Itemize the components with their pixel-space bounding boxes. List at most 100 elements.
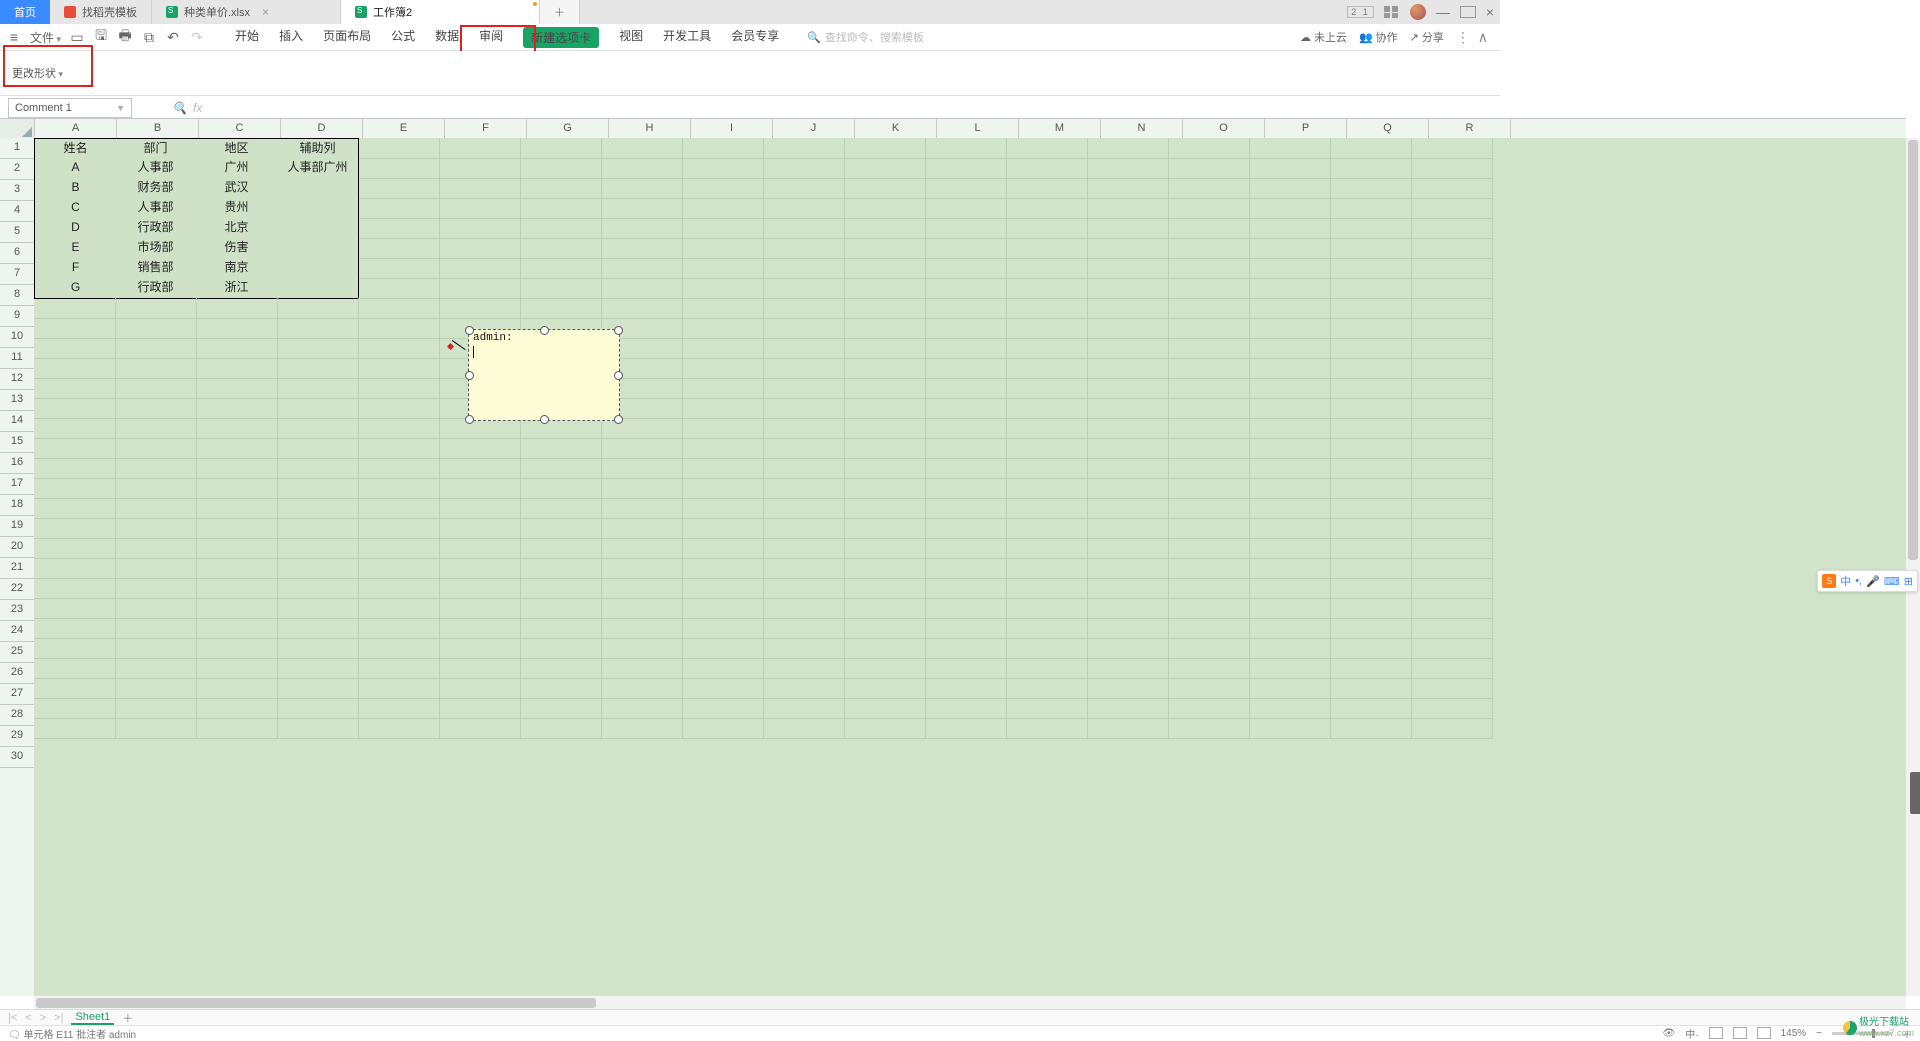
cell[interactable] xyxy=(1168,518,1250,539)
redo-icon[interactable]: ↷ xyxy=(189,29,205,46)
cell[interactable] xyxy=(34,498,116,519)
cell[interactable] xyxy=(1411,158,1493,179)
col-H[interactable]: H xyxy=(609,119,691,139)
cell[interactable] xyxy=(1249,318,1331,339)
cell[interactable] xyxy=(1411,298,1493,319)
cell[interactable] xyxy=(439,418,521,439)
comment-box[interactable]: admin: xyxy=(468,329,620,421)
cell[interactable] xyxy=(1411,178,1493,199)
cell[interactable] xyxy=(196,518,278,539)
cell[interactable] xyxy=(925,278,1007,299)
view-page-icon[interactable] xyxy=(1733,1027,1747,1039)
cell[interactable] xyxy=(1330,458,1412,479)
cell[interactable]: C xyxy=(34,198,117,219)
cell[interactable] xyxy=(1168,698,1250,719)
cell[interactable] xyxy=(682,458,764,479)
cell[interactable] xyxy=(196,578,278,599)
cell[interactable] xyxy=(1006,318,1088,339)
cell[interactable] xyxy=(1006,418,1088,439)
cell[interactable] xyxy=(1006,218,1088,239)
cell[interactable] xyxy=(115,638,197,659)
row-24[interactable]: 24 xyxy=(0,621,34,642)
cell[interactable] xyxy=(763,458,845,479)
menu-8[interactable]: 开发工具 xyxy=(663,27,711,48)
cell[interactable] xyxy=(520,258,602,279)
cell[interactable] xyxy=(1087,638,1169,659)
cell[interactable] xyxy=(925,398,1007,419)
tab-templates[interactable]: 找稻壳模板 xyxy=(50,0,152,24)
cell[interactable] xyxy=(277,618,359,639)
cell[interactable] xyxy=(1087,138,1169,159)
cell[interactable] xyxy=(763,538,845,559)
zoom-out-icon[interactable]: − xyxy=(1816,1028,1822,1039)
cell[interactable] xyxy=(1168,198,1250,219)
cell[interactable] xyxy=(115,558,197,579)
row-1[interactable]: 1 xyxy=(0,138,34,159)
cell[interactable] xyxy=(1249,718,1331,739)
cell[interactable] xyxy=(439,498,521,519)
cell[interactable] xyxy=(682,438,764,459)
cell[interactable] xyxy=(925,518,1007,539)
col-P[interactable]: P xyxy=(1265,119,1347,139)
cell[interactable] xyxy=(1168,658,1250,679)
row-26[interactable]: 26 xyxy=(0,663,34,684)
cell[interactable] xyxy=(1411,218,1493,239)
cell[interactable] xyxy=(925,698,1007,719)
cell[interactable] xyxy=(439,438,521,459)
cell[interactable] xyxy=(925,298,1007,319)
cell[interactable] xyxy=(1168,258,1250,279)
cell[interactable] xyxy=(115,378,197,399)
cell[interactable] xyxy=(1330,238,1412,259)
cell[interactable] xyxy=(1168,418,1250,439)
cell[interactable] xyxy=(196,678,278,699)
cell[interactable] xyxy=(1168,558,1250,579)
cell[interactable] xyxy=(763,598,845,619)
col-F[interactable]: F xyxy=(445,119,527,139)
cell[interactable] xyxy=(277,518,359,539)
cell[interactable] xyxy=(1087,358,1169,379)
cell[interactable] xyxy=(925,198,1007,219)
cell[interactable] xyxy=(844,138,926,159)
cell[interactable] xyxy=(763,638,845,659)
cell[interactable] xyxy=(115,538,197,559)
row-18[interactable]: 18 xyxy=(0,495,34,516)
cell[interactable] xyxy=(682,338,764,359)
cell[interactable] xyxy=(439,458,521,479)
cell[interactable] xyxy=(277,718,359,739)
cell[interactable] xyxy=(520,578,602,599)
cell[interactable] xyxy=(763,398,845,419)
cell[interactable] xyxy=(601,718,683,739)
cell[interactable] xyxy=(520,658,602,679)
cell[interactable] xyxy=(1330,598,1412,619)
cell[interactable] xyxy=(115,458,197,479)
cell[interactable] xyxy=(925,718,1007,739)
cell[interactable] xyxy=(844,498,926,519)
cell[interactable] xyxy=(1411,278,1493,299)
select-all-corner[interactable] xyxy=(0,119,35,139)
cell[interactable] xyxy=(439,198,521,219)
cell[interactable] xyxy=(925,138,1007,159)
sheet-prev-icon[interactable]: < xyxy=(25,1012,31,1024)
cell[interactable] xyxy=(358,598,440,619)
cell[interactable] xyxy=(844,238,926,259)
cell[interactable] xyxy=(115,298,197,319)
cell[interactable] xyxy=(196,658,278,679)
cell[interactable] xyxy=(601,258,683,279)
cell[interactable] xyxy=(358,538,440,559)
cell[interactable] xyxy=(1087,198,1169,219)
cell[interactable]: A xyxy=(34,158,117,179)
cell[interactable] xyxy=(601,698,683,719)
cell[interactable] xyxy=(34,418,116,439)
cell[interactable] xyxy=(1006,678,1088,699)
cell[interactable] xyxy=(925,678,1007,699)
cell[interactable] xyxy=(844,638,926,659)
row-6[interactable]: 6 xyxy=(0,243,34,264)
cell[interactable] xyxy=(925,618,1007,639)
ime-keyboard-icon[interactable]: ⌨ xyxy=(1884,575,1900,588)
cell[interactable] xyxy=(34,678,116,699)
cell[interactable] xyxy=(682,158,764,179)
cells-area[interactable]: 姓名部门地区辅助列A人事部广州人事部广州B财务部武汉C人事部贵州D行政部北京E市… xyxy=(34,138,1906,996)
cell[interactable] xyxy=(277,298,359,319)
cell[interactable] xyxy=(1006,518,1088,539)
cell[interactable] xyxy=(682,218,764,239)
